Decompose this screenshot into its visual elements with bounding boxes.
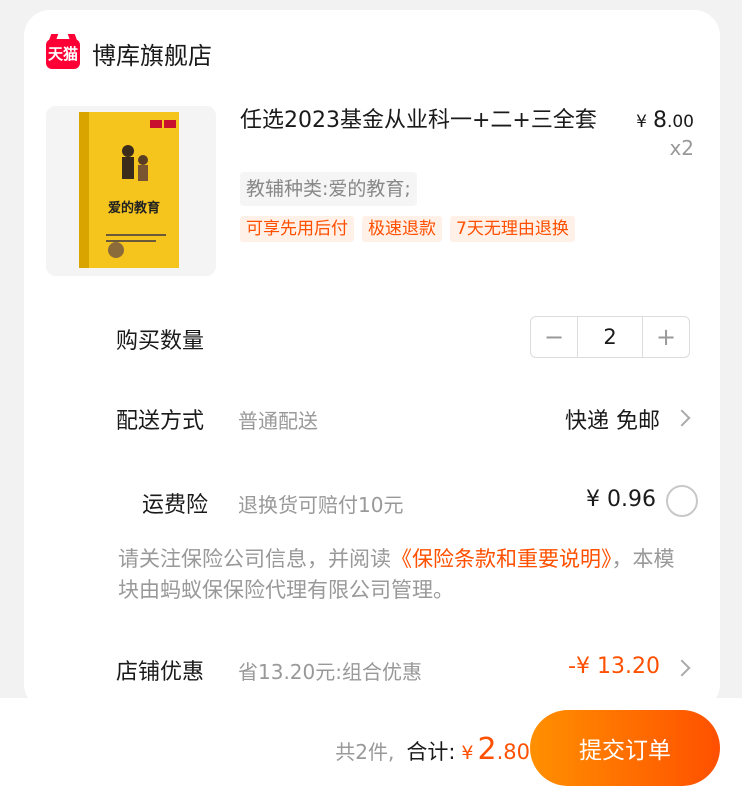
notice-prefix: 请关注保险公司信息，并阅读 bbox=[118, 547, 391, 571]
insurance-terms-link[interactable]: 《保险条款和重要说明》 bbox=[391, 547, 612, 571]
quantity-minus-button[interactable]: − bbox=[531, 317, 577, 357]
store-discount-value[interactable]: -¥ 13.20 bbox=[568, 654, 660, 679]
total-int: 2 bbox=[477, 732, 497, 767]
price-dec: .00 bbox=[666, 112, 694, 132]
tag-7day-return: 7天无理由退换 bbox=[450, 216, 575, 242]
quantity-input[interactable]: 2 bbox=[577, 317, 643, 357]
store-discount-desc: 省13.20元:组合优惠 bbox=[238, 660, 422, 684]
cover-title: 爱的教育 bbox=[108, 200, 160, 216]
delivery-method: 普通配送 bbox=[238, 409, 318, 433]
book-cover-image: 爱的教育 bbox=[46, 106, 216, 276]
sku-selector[interactable]: 教辅种类:爱的教育; bbox=[240, 172, 417, 206]
tmall-logo-icon: 天猫 bbox=[46, 38, 80, 69]
delivery-chevron-icon[interactable] bbox=[673, 409, 691, 427]
order-summary: 共2件, 合计: ¥ 2 .80 bbox=[335, 732, 530, 767]
insurance-price: ¥ 0.96 bbox=[586, 487, 656, 512]
product-title[interactable]: 任选2023基金从业科一+二+三全套 bbox=[240, 106, 600, 135]
quantity-stepper[interactable]: − 2 + bbox=[530, 316, 690, 358]
store-discount-chevron-icon[interactable] bbox=[673, 659, 691, 677]
service-tags: 可享先用后付 极速退款 7天无理由退换 bbox=[240, 216, 575, 242]
total-dec: .80 bbox=[496, 740, 530, 764]
shop-name[interactable]: 博库旗舰店 bbox=[92, 36, 212, 71]
price-int: 8 bbox=[652, 108, 667, 133]
quantity-label: 购买数量 bbox=[116, 329, 205, 354]
delivery-value[interactable]: 快递 免邮 bbox=[565, 403, 660, 435]
insurance-label: 运费险 bbox=[142, 493, 209, 518]
insurance-notice: 请关注保险公司信息，并阅读《保险条款和重要说明》，本模块由蚂蚁保保险代理有限公司… bbox=[118, 544, 688, 606]
product-price: ¥8.00 bbox=[636, 108, 694, 133]
quantity-multiplier: x2 bbox=[669, 136, 694, 160]
shop-header[interactable]: 天猫 博库旗舰店 bbox=[46, 36, 212, 71]
price-symbol: ¥ bbox=[636, 112, 647, 132]
order-card: 天猫 博库旗舰店 爱的教育 任选2023基金从业科一+二+三全套 ¥8.00 x… bbox=[24, 10, 720, 710]
item-count: 共2件, bbox=[335, 740, 395, 764]
quantity-plus-button[interactable]: + bbox=[643, 317, 689, 357]
tag-pay-later: 可享先用后付 bbox=[240, 216, 354, 242]
delivery-label: 配送方式 bbox=[116, 409, 205, 434]
product-image[interactable]: 爱的教育 bbox=[46, 106, 216, 276]
total-yen: ¥ bbox=[461, 742, 474, 764]
tag-fast-refund: 极速退款 bbox=[362, 216, 442, 242]
store-discount-label: 店铺优惠 bbox=[116, 660, 205, 685]
insurance-desc: 退换货可赔付10元 bbox=[238, 493, 404, 517]
submit-order-button[interactable]: 提交订单 bbox=[530, 710, 720, 786]
insurance-radio[interactable] bbox=[666, 485, 698, 517]
checkout-bar: 共2件, 合计: ¥ 2 .80 提交订单 bbox=[0, 698, 742, 800]
total-label: 合计: bbox=[406, 740, 456, 764]
